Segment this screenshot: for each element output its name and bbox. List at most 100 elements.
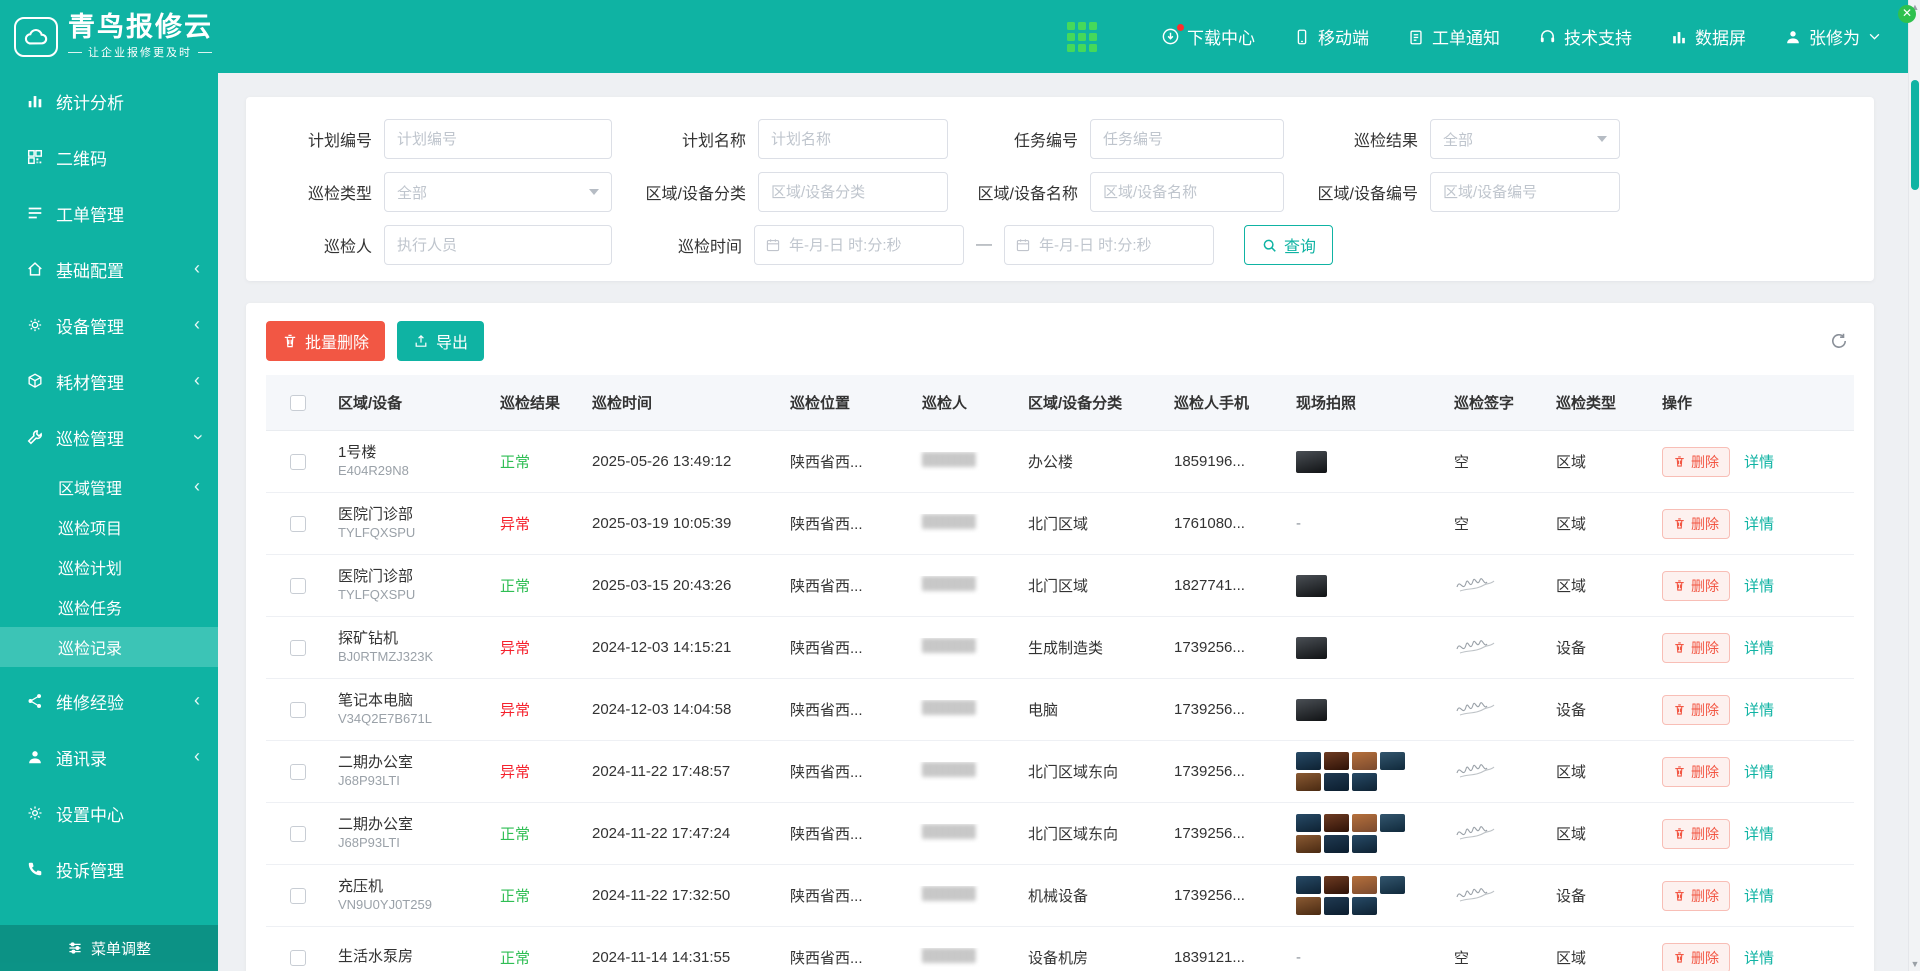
device-name-input[interactable] bbox=[1090, 172, 1284, 212]
sidebar-item-stats[interactable]: 统计分析 bbox=[0, 73, 218, 129]
inspect-type: 区域 bbox=[1548, 823, 1654, 844]
photo-thumbnail[interactable] bbox=[1352, 752, 1377, 770]
apps-grid-icon[interactable] bbox=[1067, 22, 1097, 52]
photo-thumbnail[interactable] bbox=[1296, 637, 1327, 659]
row-checkbox[interactable] bbox=[290, 702, 306, 718]
row-checkbox[interactable] bbox=[290, 950, 306, 966]
sidebar-item-devices[interactable]: 设备管理‹ bbox=[0, 297, 218, 353]
delete-button[interactable]: 删除 bbox=[1662, 819, 1730, 849]
detail-link[interactable]: 详情 bbox=[1744, 888, 1774, 905]
photo-thumbnail[interactable] bbox=[1324, 773, 1349, 791]
photo-thumbnail[interactable] bbox=[1352, 876, 1377, 894]
nav-tech-support[interactable]: 技术支持 bbox=[1538, 24, 1632, 49]
photo-thumbnail[interactable] bbox=[1296, 773, 1321, 791]
row-checkbox[interactable] bbox=[290, 454, 306, 470]
detail-link[interactable]: 详情 bbox=[1744, 454, 1774, 471]
detail-link[interactable]: 详情 bbox=[1744, 764, 1774, 781]
device-cat-input[interactable] bbox=[758, 172, 948, 212]
photo-thumbnail[interactable] bbox=[1352, 897, 1377, 915]
photo-thumbnail[interactable] bbox=[1296, 835, 1321, 853]
row-checkbox[interactable] bbox=[290, 764, 306, 780]
nav-work-order-notice[interactable]: 工单通知 bbox=[1407, 24, 1500, 49]
inspect-time: 2024-11-22 17:32:50 bbox=[584, 887, 782, 904]
sidebar-item-menu-adjust[interactable]: 菜单调整 bbox=[0, 925, 218, 971]
plan-no-input[interactable] bbox=[384, 119, 612, 159]
sidebar-item-inspection[interactable]: 巡检管理‹ bbox=[0, 409, 218, 465]
delete-button[interactable]: 删除 bbox=[1662, 633, 1730, 663]
experience-icon bbox=[26, 692, 44, 710]
nav-download-center[interactable]: 下载中心 bbox=[1161, 24, 1255, 49]
photo-thumbnail[interactable] bbox=[1296, 451, 1327, 473]
refresh-icon[interactable] bbox=[1824, 326, 1854, 356]
task-no-input[interactable] bbox=[1090, 119, 1284, 159]
sidebar-item-contacts[interactable]: 通讯录‹ bbox=[0, 729, 218, 785]
sidebar-item-repair-exp[interactable]: 维修经验‹ bbox=[0, 673, 218, 729]
photo-thumbnail[interactable] bbox=[1324, 876, 1349, 894]
detail-link[interactable]: 详情 bbox=[1744, 578, 1774, 595]
delete-button[interactable]: 删除 bbox=[1662, 571, 1730, 601]
sidebar-item-area-mgmt[interactable]: 区域管理‹ bbox=[0, 467, 218, 507]
photo-thumbnail[interactable] bbox=[1296, 814, 1321, 832]
photo-thumbnail[interactable] bbox=[1352, 773, 1377, 791]
photo-thumbnail[interactable] bbox=[1296, 575, 1327, 597]
photo-thumbnail[interactable] bbox=[1296, 752, 1321, 770]
detail-link[interactable]: 详情 bbox=[1744, 702, 1774, 719]
delete-button[interactable]: 删除 bbox=[1662, 881, 1730, 911]
delete-button[interactable]: 删除 bbox=[1662, 447, 1730, 477]
sidebar-item-inspect-items[interactable]: 巡检项目 bbox=[0, 507, 218, 547]
row-checkbox[interactable] bbox=[290, 578, 306, 594]
nav-user[interactable]: 张修为 bbox=[1784, 24, 1880, 49]
photo-thumbnail[interactable] bbox=[1296, 699, 1327, 721]
time-start-input[interactable] bbox=[754, 225, 964, 265]
sidebar-item-materials[interactable]: 耗材管理‹ bbox=[0, 353, 218, 409]
photo-thumbnail[interactable] bbox=[1324, 897, 1349, 915]
photo-thumbnail[interactable] bbox=[1296, 897, 1321, 915]
sidebar-item-work-orders[interactable]: 工单管理 bbox=[0, 185, 218, 241]
query-button[interactable]: 查询 bbox=[1244, 225, 1333, 265]
photo-thumbnail[interactable] bbox=[1380, 752, 1405, 770]
plan-name-input[interactable] bbox=[758, 119, 948, 159]
batch-delete-button[interactable]: 批量删除 bbox=[266, 321, 385, 361]
photo-thumbnail[interactable] bbox=[1380, 814, 1405, 832]
sidebar-item-base-config[interactable]: 基础配置‹ bbox=[0, 241, 218, 297]
photo-thumbnail[interactable] bbox=[1380, 876, 1405, 894]
sidebar-item-complaints[interactable]: 投诉管理 bbox=[0, 841, 218, 897]
scrollbar-thumb[interactable] bbox=[1911, 80, 1919, 190]
inspector-input[interactable] bbox=[384, 225, 612, 265]
photo-thumbnail[interactable] bbox=[1296, 876, 1321, 894]
nav-mobile[interactable]: 移动端 bbox=[1293, 24, 1369, 49]
time-end-input[interactable] bbox=[1004, 225, 1214, 265]
device-no-input[interactable] bbox=[1430, 172, 1620, 212]
sidebar-item-settings[interactable]: 设置中心 bbox=[0, 785, 218, 841]
delete-button[interactable]: 删除 bbox=[1662, 757, 1730, 787]
detail-link[interactable]: 详情 bbox=[1744, 516, 1774, 533]
result-badge: 异常 bbox=[500, 640, 530, 657]
detail-link[interactable]: 详情 bbox=[1744, 826, 1774, 843]
delete-button[interactable]: 删除 bbox=[1662, 943, 1730, 971]
photo-thumbnail[interactable] bbox=[1324, 752, 1349, 770]
select-all-checkbox[interactable] bbox=[290, 395, 306, 411]
row-checkbox[interactable] bbox=[290, 640, 306, 656]
result-select[interactable]: 全部 bbox=[1430, 119, 1620, 159]
nav-data-screen[interactable]: 数据屏 bbox=[1670, 24, 1746, 49]
close-icon[interactable]: ✕ bbox=[1898, 5, 1916, 23]
photo-thumbnail[interactable] bbox=[1352, 835, 1377, 853]
result-badge: 正常 bbox=[500, 950, 530, 967]
photo-thumbnail[interactable] bbox=[1324, 835, 1349, 853]
detail-link[interactable]: 详情 bbox=[1744, 950, 1774, 967]
row-checkbox[interactable] bbox=[290, 888, 306, 904]
sidebar-item-inspect-plan[interactable]: 巡检计划 bbox=[0, 547, 218, 587]
sidebar-item-inspect-records[interactable]: 巡检记录 bbox=[0, 627, 218, 667]
scroll-down-arrow[interactable]: ▼ bbox=[1909, 959, 1920, 969]
export-button[interactable]: 导出 bbox=[397, 321, 484, 361]
delete-button[interactable]: 删除 bbox=[1662, 509, 1730, 539]
photo-thumbnail[interactable] bbox=[1324, 814, 1349, 832]
photo-thumbnail[interactable] bbox=[1352, 814, 1377, 832]
row-checkbox[interactable] bbox=[290, 516, 306, 532]
sidebar-item-qrcode[interactable]: 二维码 bbox=[0, 129, 218, 185]
row-checkbox[interactable] bbox=[290, 826, 306, 842]
sidebar-item-inspect-task[interactable]: 巡检任务 bbox=[0, 587, 218, 627]
delete-button[interactable]: 删除 bbox=[1662, 695, 1730, 725]
detail-link[interactable]: 详情 bbox=[1744, 640, 1774, 657]
type-select[interactable]: 全部 bbox=[384, 172, 612, 212]
